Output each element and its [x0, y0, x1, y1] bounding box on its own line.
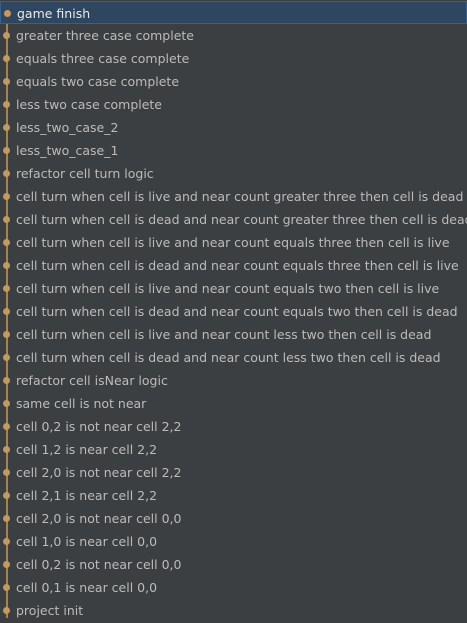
commit-message: cell 2,0 is not near cell 0,0 — [16, 511, 182, 526]
commit-message: cell 0,1 is near cell 0,0 — [16, 580, 158, 595]
commit-row[interactable]: cell 1,0 is near cell 0,0 — [0, 530, 467, 553]
commit-node-icon — [3, 193, 10, 200]
commit-row[interactable]: game finish — [0, 1, 467, 24]
commit-message: game finish — [17, 6, 91, 21]
commit-row[interactable]: less_two_case_1 — [0, 139, 467, 162]
commit-node-icon — [3, 101, 10, 108]
commit-node-icon — [3, 32, 10, 39]
commit-message: refactor cell isNear logic — [16, 373, 168, 388]
commit-message: refactor cell turn logic — [16, 166, 154, 181]
commit-log-panel: game finish greater three case complete eq… — [0, 0, 467, 623]
commit-message: cell turn when cell is dead and near cou… — [16, 304, 458, 319]
commit-message: less_two_case_1 — [16, 143, 119, 158]
commit-message: cell turn when cell is live and near cou… — [16, 189, 464, 204]
commit-message: less two case complete — [16, 97, 163, 112]
commit-node-icon — [3, 377, 10, 384]
commit-row[interactable]: cell turn when cell is live and near cou… — [0, 277, 467, 300]
commit-node-icon — [3, 446, 10, 453]
commit-message: less_two_case_2 — [16, 120, 119, 135]
commit-row[interactable]: equals two case complete — [0, 70, 467, 93]
commit-node-icon — [3, 78, 10, 85]
commit-message: cell 2,1 is near cell 2,2 — [16, 488, 158, 503]
commit-node-icon — [3, 607, 10, 614]
commit-row[interactable]: same cell is not near — [0, 392, 467, 415]
commit-node-icon — [3, 124, 10, 131]
commit-node-icon — [3, 331, 10, 338]
commit-row[interactable]: cell turn when cell is live and near cou… — [0, 185, 467, 208]
commit-row[interactable]: cell 0,1 is near cell 0,0 — [0, 576, 467, 599]
commit-message: equals three case complete — [16, 51, 190, 66]
commit-node-icon — [3, 538, 10, 545]
commit-node-icon — [3, 561, 10, 568]
commit-node-icon — [3, 492, 10, 499]
commit-node-icon — [3, 308, 10, 315]
commit-message: cell turn when cell is dead and near cou… — [16, 258, 459, 273]
commit-row[interactable]: refactor cell turn logic — [0, 162, 467, 185]
commit-node-icon — [3, 285, 10, 292]
commit-node-icon — [4, 10, 11, 17]
commit-row[interactable]: cell turn when cell is dead and near cou… — [0, 254, 467, 277]
commit-node-icon — [3, 262, 10, 269]
commit-node-icon — [3, 584, 10, 591]
commit-node-icon — [3, 55, 10, 62]
commit-message: cell 2,0 is not near cell 2,2 — [16, 465, 182, 480]
commit-message: cell turn when cell is live and near cou… — [16, 235, 450, 250]
commit-row[interactable]: cell turn when cell is live and near cou… — [0, 323, 467, 346]
commit-message: cell turn when cell is live and near cou… — [16, 327, 432, 342]
commit-row[interactable]: cell 0,2 is not near cell 0,0 — [0, 553, 467, 576]
commit-row[interactable]: less two case complete — [0, 93, 467, 116]
commit-message: same cell is not near — [16, 396, 147, 411]
commit-message: cell turn when cell is dead and near cou… — [16, 212, 467, 227]
commit-message: project init — [16, 603, 84, 618]
commit-node-icon — [3, 515, 10, 522]
commit-node-icon — [3, 423, 10, 430]
commit-node-icon — [3, 469, 10, 476]
commit-message: cell turn when cell is live and near cou… — [16, 281, 440, 296]
commit-row[interactable]: less_two_case_2 — [0, 116, 467, 139]
commit-row[interactable]: cell 2,1 is near cell 2,2 — [0, 484, 467, 507]
commit-row[interactable]: cell 2,0 is not near cell 2,2 — [0, 461, 467, 484]
commit-message: greater three case complete — [16, 28, 194, 43]
commit-node-icon — [3, 239, 10, 246]
commit-message: equals two case complete — [16, 74, 180, 89]
commit-node-icon — [3, 170, 10, 177]
commit-row[interactable]: cell 2,0 is not near cell 0,0 — [0, 507, 467, 530]
commit-row[interactable]: cell turn when cell is dead and near cou… — [0, 300, 467, 323]
commit-row[interactable]: greater three case complete — [0, 24, 467, 47]
commit-message: cell 0,2 is not near cell 2,2 — [16, 419, 182, 434]
commit-list: game finish greater three case complete eq… — [0, 1, 467, 622]
commit-node-icon — [3, 216, 10, 223]
commit-message: cell 1,0 is near cell 0,0 — [16, 534, 158, 549]
commit-row[interactable]: cell turn when cell is dead and near cou… — [0, 346, 467, 369]
commit-row[interactable]: cell 1,2 is near cell 2,2 — [0, 438, 467, 461]
commit-message: cell 1,2 is near cell 2,2 — [16, 442, 158, 457]
commit-row[interactable]: project init — [0, 599, 467, 622]
commit-node-icon — [3, 400, 10, 407]
commit-node-icon — [3, 354, 10, 361]
commit-node-icon — [3, 147, 10, 154]
commit-row[interactable]: equals three case complete — [0, 47, 467, 70]
commit-row[interactable]: cell turn when cell is dead and near cou… — [0, 208, 467, 231]
commit-message: cell 0,2 is not near cell 0,0 — [16, 557, 182, 572]
commit-row[interactable]: cell turn when cell is live and near cou… — [0, 231, 467, 254]
commit-row[interactable]: cell 0,2 is not near cell 2,2 — [0, 415, 467, 438]
commit-row[interactable]: refactor cell isNear logic — [0, 369, 467, 392]
commit-message: cell turn when cell is dead and near cou… — [16, 350, 441, 365]
